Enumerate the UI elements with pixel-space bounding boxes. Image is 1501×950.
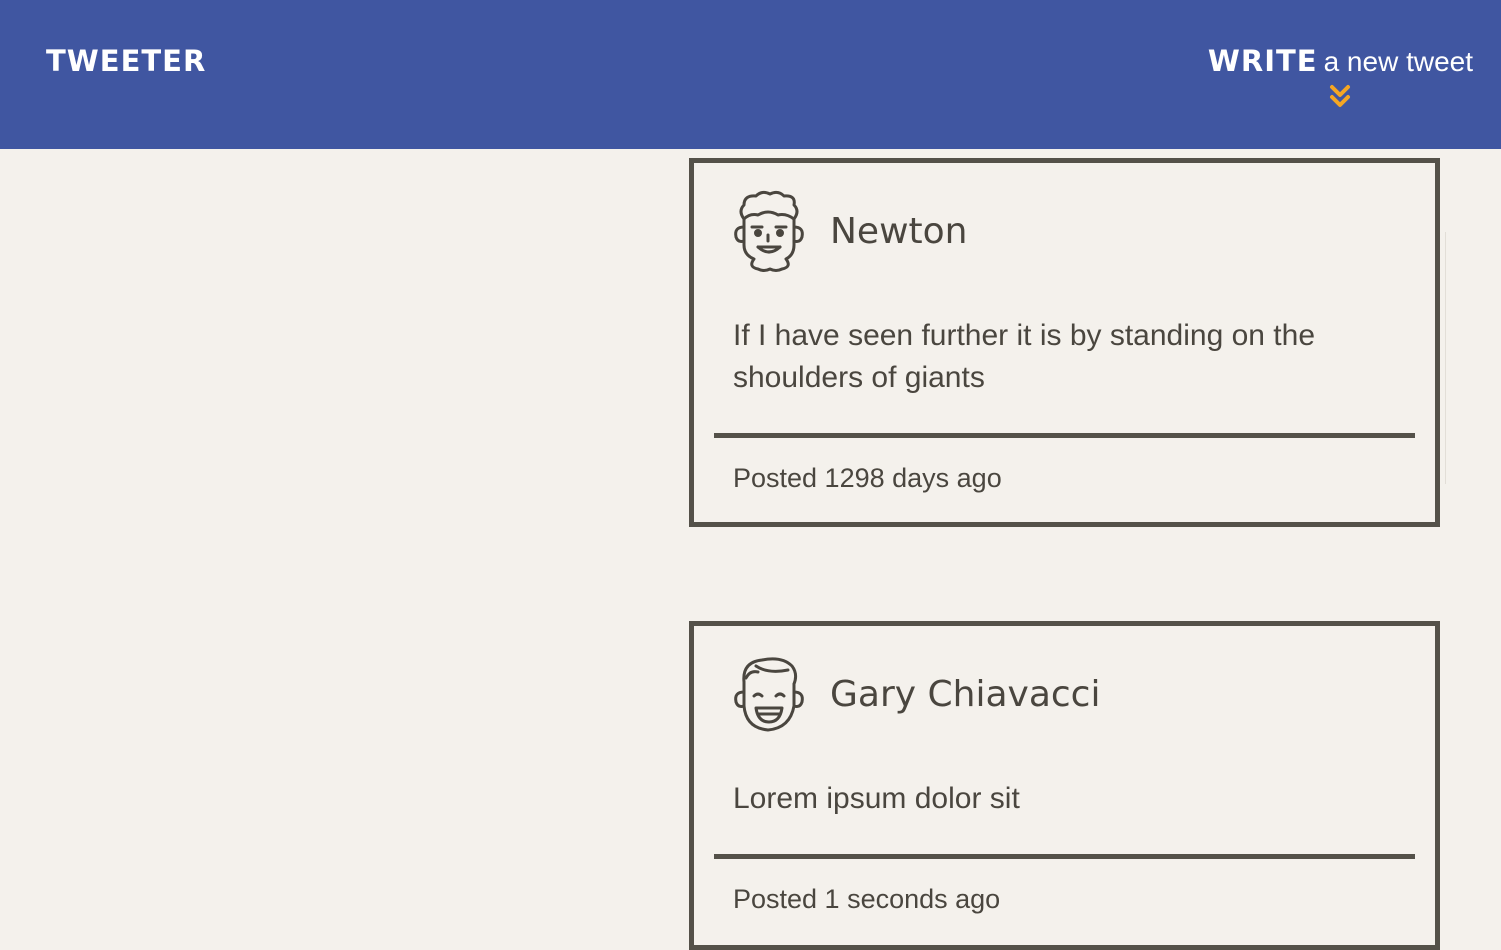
compose-label[interactable]: WRITE a new tweet xyxy=(1208,44,1473,78)
user-name: Gary Chiavacci xyxy=(830,673,1101,715)
tweet-footer: Posted 1298 days ago xyxy=(733,463,1002,493)
compose-label-strong: WRITE xyxy=(1207,44,1318,78)
compose-toggle[interactable]: WRITE a new tweet xyxy=(1208,44,1473,110)
tweet-card: Gary Chiavacci Lorem ipsum dolor sit Pos… xyxy=(689,621,1440,950)
smiling-face-icon xyxy=(734,657,804,732)
tweet-divider xyxy=(714,433,1415,438)
tweet-card: Newton If I have seen further it is by s… xyxy=(689,158,1440,527)
tweet-divider xyxy=(714,854,1415,859)
divider xyxy=(1445,232,1446,484)
navbar: TWEETER WRITE a new tweet xyxy=(0,0,1501,149)
tweet-header: Newton xyxy=(728,189,967,273)
tweet-header: Gary Chiavacci xyxy=(728,652,1100,736)
double-chevron-down-icon[interactable] xyxy=(1329,84,1351,110)
compose-label-rest: a new tweet xyxy=(1323,46,1473,77)
user-name: Newton xyxy=(830,210,968,252)
tweet-content: Lorem ipsum dolor sit xyxy=(733,782,1020,815)
tweet-footer: Posted 1 seconds ago xyxy=(733,884,1001,914)
curly-hair-face-icon xyxy=(734,190,804,272)
brand-logo[interactable]: TWEETER xyxy=(46,44,206,78)
tweet-content: If I have seen further it is by standing… xyxy=(733,319,1316,394)
